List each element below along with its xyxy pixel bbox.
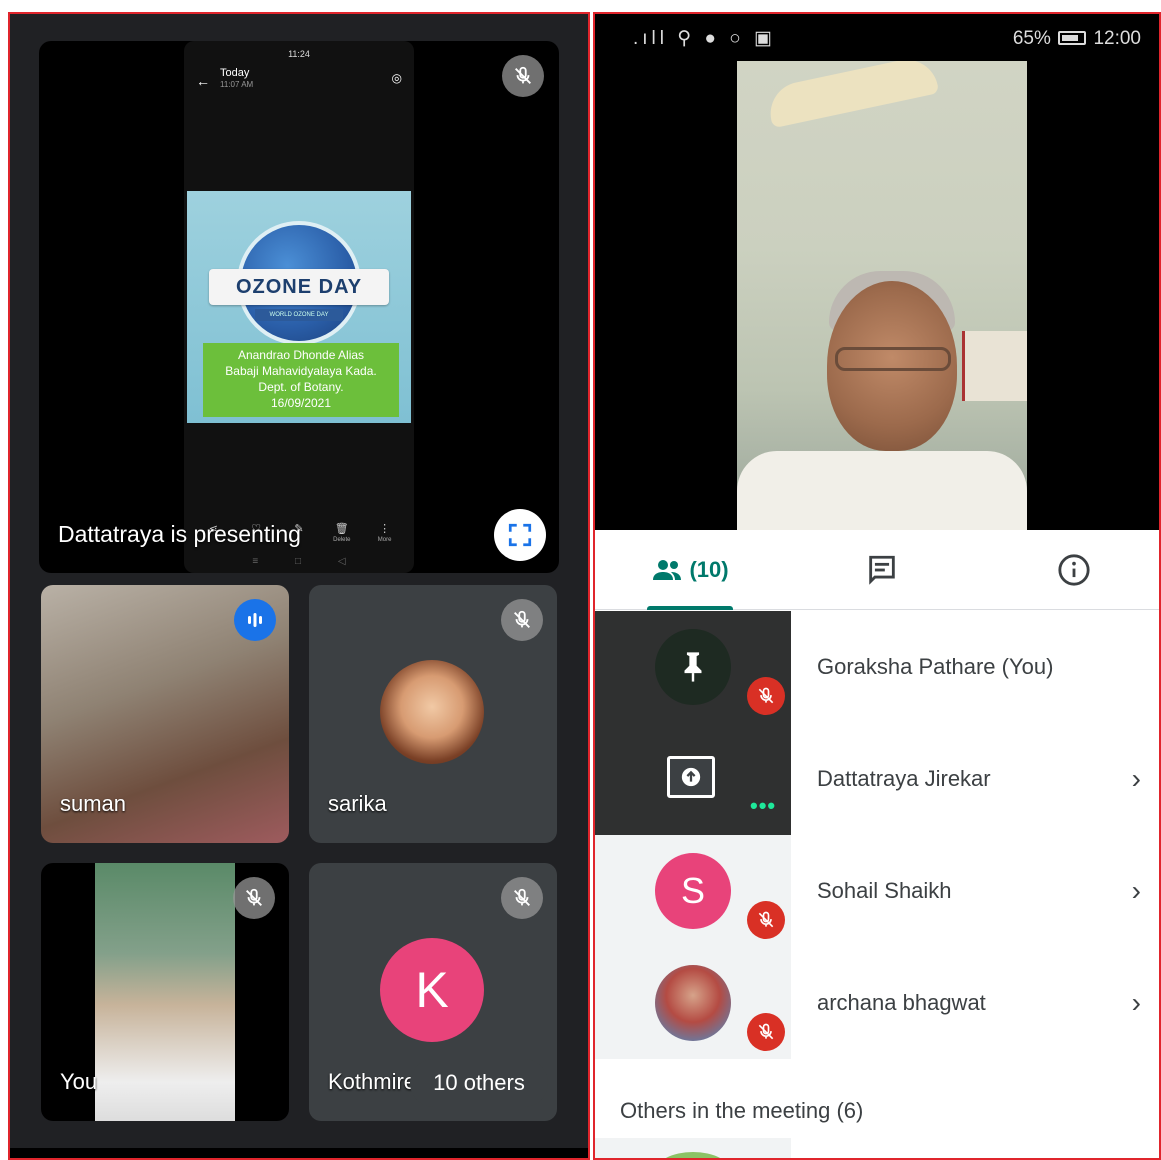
presentation-tile[interactable]: 11:24 ← Today 11:07 AM ◎ OZONE DAY WORLD… [39,41,559,573]
lens-icon: ◎ [391,71,402,85]
ceiling-fan [764,61,940,129]
mic-off-icon [501,599,543,641]
shared-phone-screen: 11:24 ← Today 11:07 AM ◎ OZONE DAY WORLD… [184,41,414,573]
fullscreen-button[interactable] [494,509,546,561]
meet-people-panel: .ıll ⚲ ● ○ ▣ 65% 12:00 (10) Goraksha Pat… [593,12,1161,1160]
tab-people[interactable]: (10) [645,530,735,610]
people-icon [653,560,682,580]
battery-percent: 65% [1012,28,1051,49]
chevron-right-icon[interactable]: › [1132,947,1141,1059]
others-section-title: Others in the meeting (6) [620,1098,864,1123]
participant-row[interactable]: Goraksha Pathare (You) [595,611,1159,723]
info-icon [1058,554,1090,586]
mic-off-icon [501,877,543,919]
participant-name: archana bhagwat [817,990,986,1015]
participant-name: sarika [328,791,387,816]
avatar [655,1152,731,1158]
speaking-indicator-icon [234,599,276,641]
poster-subtitle: WORLD OZONE DAY [255,309,343,321]
participant-row[interactable]: ••• Dattatraya Jirekar › [595,723,1159,835]
phone-time: 11:07 AM [220,80,254,89]
delete-icon: 🗑 Delete [333,523,351,543]
audio-activity-icon: ••• [750,793,777,818]
avatar: K [380,938,484,1042]
battery-icon [1058,31,1087,45]
screen-share-icon [667,756,715,798]
poster-caption: Anandrao Dhonde Alias Babaji Mahavidyala… [203,343,399,417]
presenting-label: Dattatraya is presenting [58,521,301,547]
participant-name: suman [60,791,127,816]
participant-thumb [595,947,791,1059]
tab-chat[interactable] [857,530,907,610]
mic-off-icon [747,677,785,715]
participant-name: Goraksha Pathare (You) [817,654,1054,679]
glasses [835,347,951,371]
clock: 12:00 [1093,28,1141,49]
ozone-day-poster: OZONE DAY WORLD OZONE DAY Anandrao Dhond… [187,191,411,423]
panel-tabs: (10) [595,530,1159,610]
participant-tile-sarika[interactable]: sarika [309,585,557,843]
avatar [655,965,731,1041]
active-tab-indicator [647,606,733,610]
main-video: .ıll ⚲ ● ○ ▣ 65% 12:00 [595,14,1159,530]
participant-tile-you[interactable]: You [41,863,289,1121]
shirt [737,451,1027,530]
back-arrow-icon: ← [196,73,210,89]
participant-name: Kothmire [328,1069,417,1094]
pin-icon [655,629,731,705]
bottom-bar [10,1148,588,1158]
people-count: (10) [689,557,729,582]
avatar [380,660,484,764]
participant-tile-kothmire[interactable]: K Kothmire 10 others [309,863,557,1121]
wall-posters [962,331,1027,401]
chevron-right-icon[interactable]: › [1132,835,1141,947]
participant-row[interactable]: S Sohail Shaikh › [595,835,1159,947]
chat-icon [869,555,895,585]
self-video [95,863,235,1121]
participant-name: Sohail Shaikh [817,878,952,903]
mic-off-icon [233,877,275,919]
status-right: 65% 12:00 [1013,28,1141,50]
participant-row[interactable]: archana bhagwat › [595,947,1159,1059]
participant-thumb: ••• [595,723,791,835]
phone-title: Today [220,67,250,79]
mic-off-icon [747,901,785,939]
participant-thumb [595,611,791,723]
participant-name: You [60,1069,98,1094]
more-icon: ⋮ More [377,523,392,543]
mic-off-icon [502,55,544,97]
participant-name: Dattatraya Jirekar [817,766,991,791]
participant-thumb [595,1138,791,1158]
others-pill-button[interactable]: 10 others [410,1059,548,1107]
tab-info[interactable] [1049,530,1099,610]
participant-thumb: S [595,835,791,947]
meet-grid-view: 11:24 ← Today 11:07 AM ◎ OZONE DAY WORLD… [8,12,590,1160]
phone-nav-bar: ≡ □ ◁ [252,556,346,567]
mic-off-icon [747,1013,785,1051]
speaker-video [737,61,1027,530]
phone-header: ← Today 11:07 AM ◎ [184,67,414,123]
chevron-right-icon[interactable]: › [1132,723,1141,835]
phone-status-bar: 11:24 [288,49,310,59]
participant-tile-suman[interactable]: suman [41,585,289,843]
fullscreen-icon [508,523,532,547]
avatar: S [655,853,731,929]
poster-title: OZONE DAY [209,269,389,305]
signal-icon: .ıll ⚲ ● ○ ▣ [633,28,776,49]
status-bar: .ıll ⚲ ● ○ ▣ 65% 12:00 [595,14,1159,58]
